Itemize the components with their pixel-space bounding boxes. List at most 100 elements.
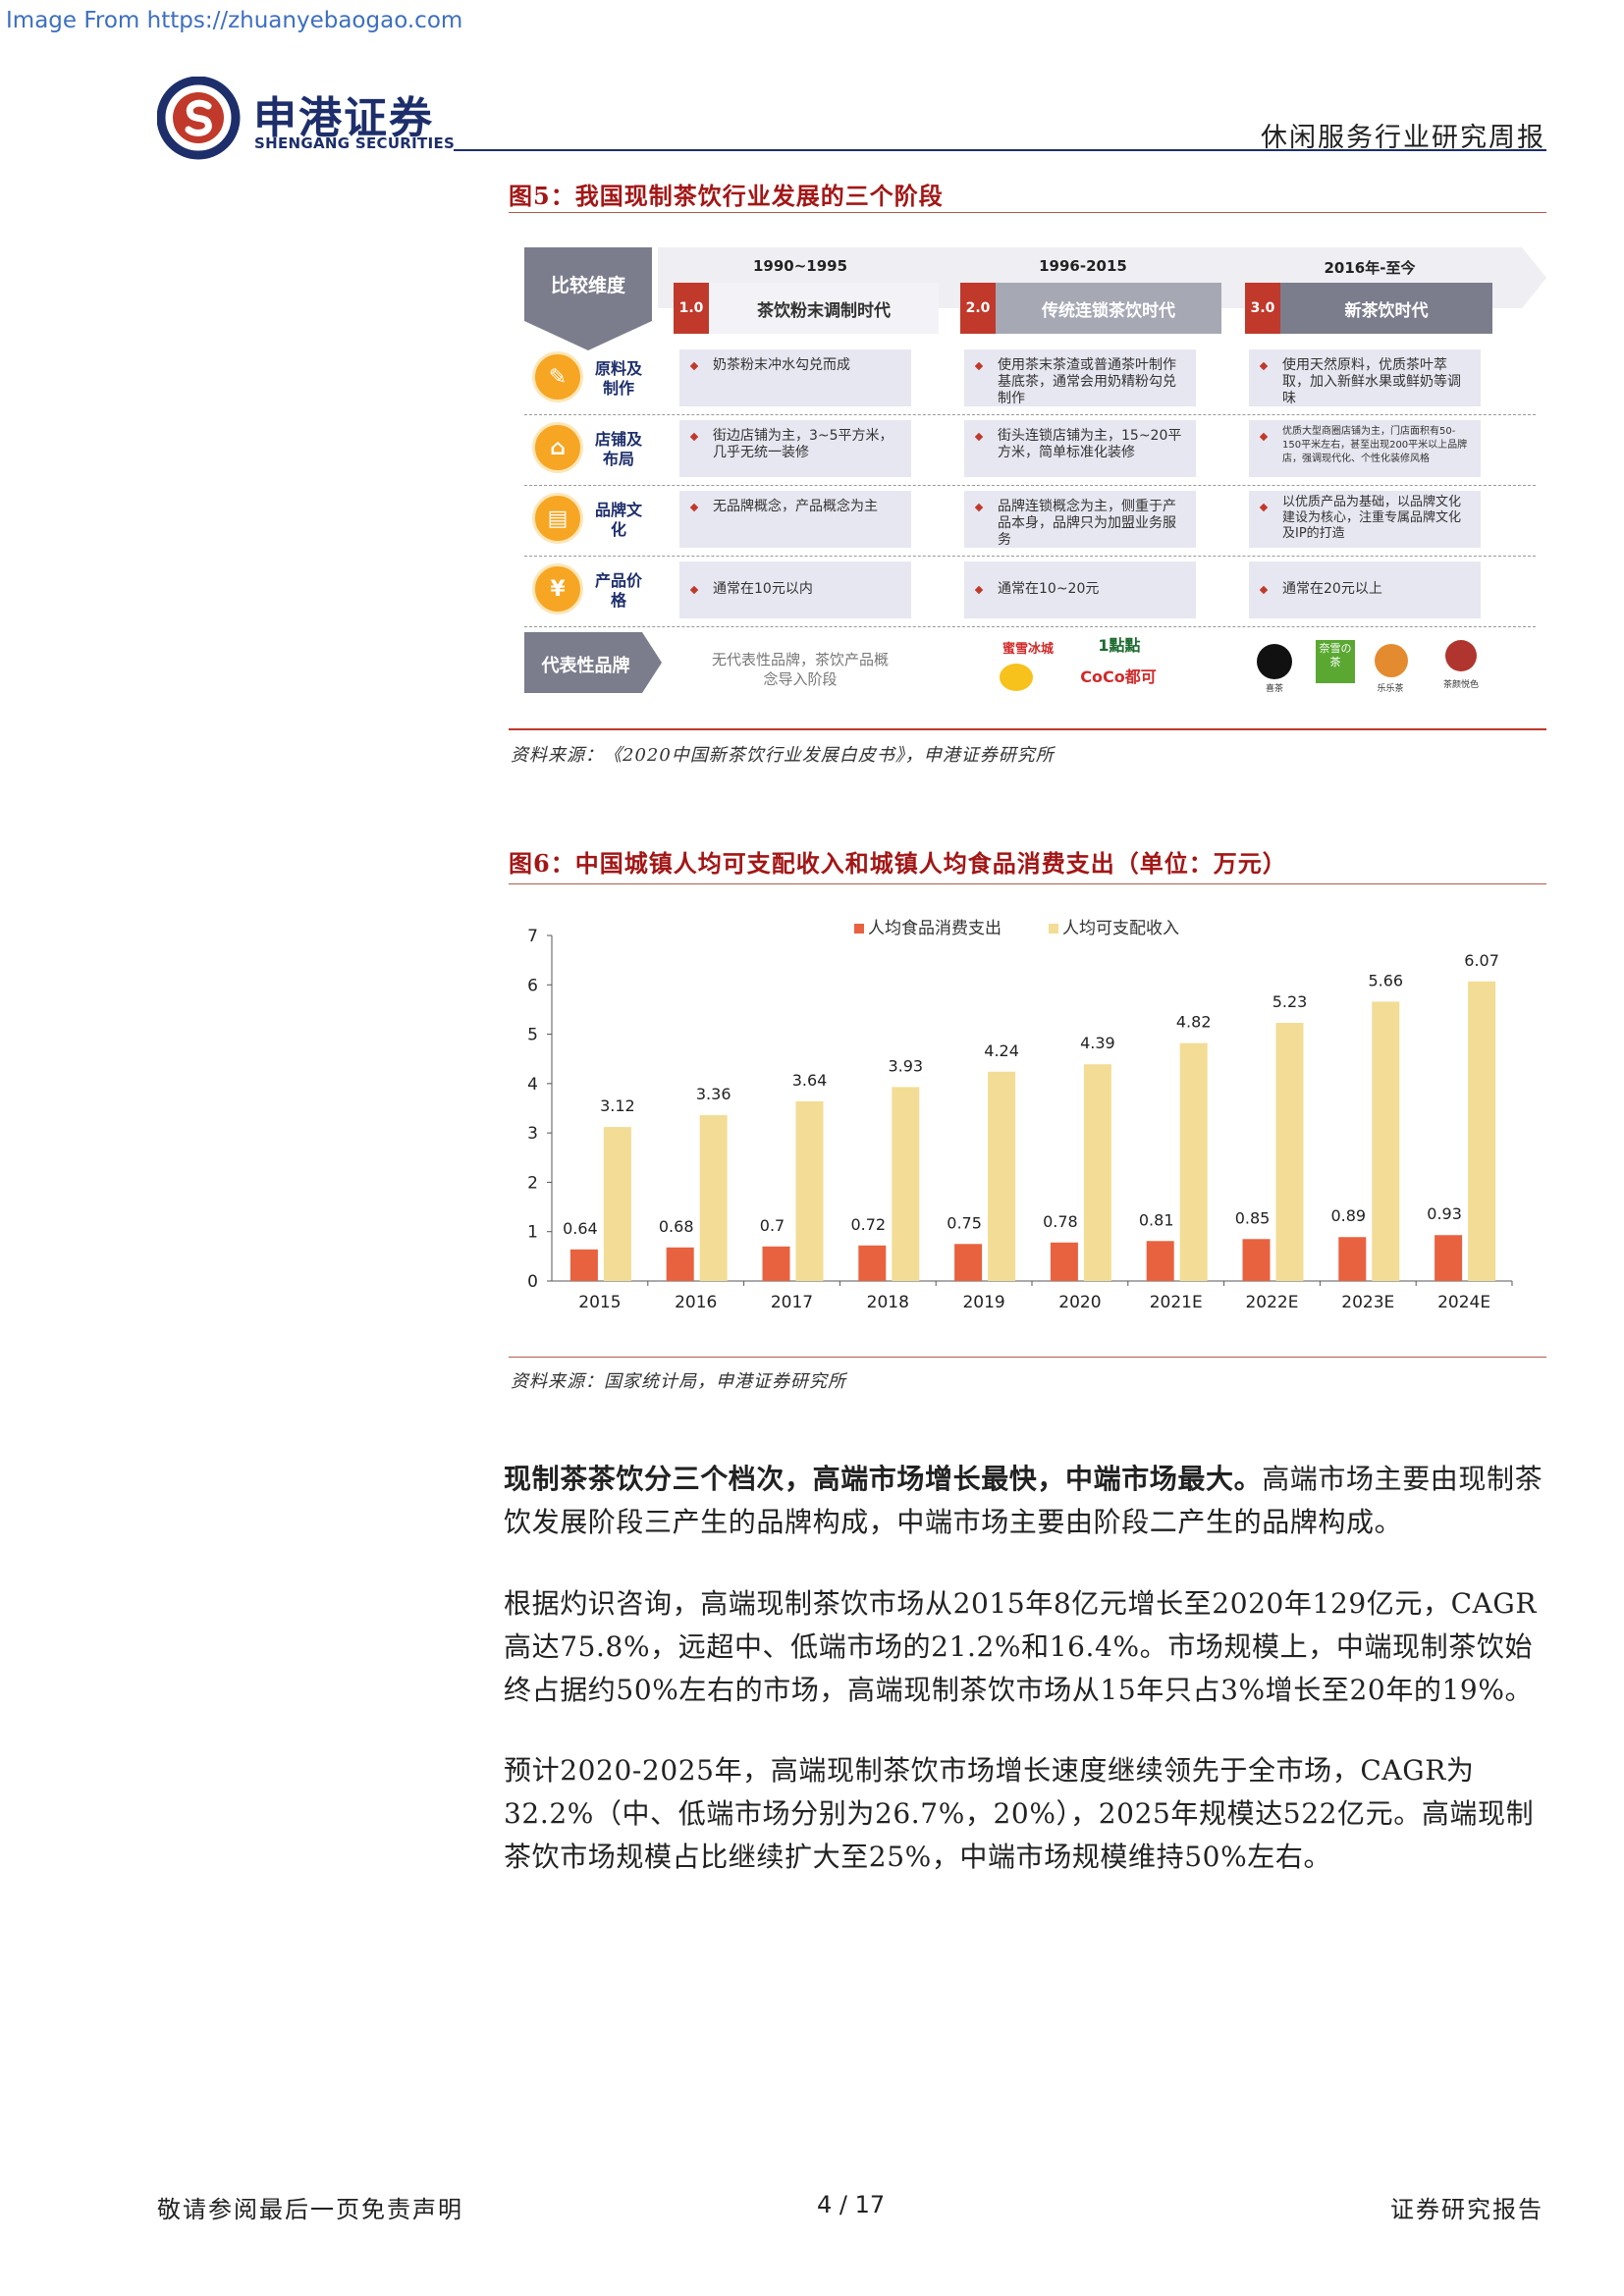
figure6-top-rule <box>509 883 1546 884</box>
legend-label: 人均可支配收入 <box>1062 919 1179 938</box>
figure6-bottom-rule <box>509 1357 1546 1358</box>
row-separator <box>524 414 1536 415</box>
row3-cell3: 以优质产品为基础，以品牌文化建设为核心，注重专属品牌文化及IP的打造 <box>1249 491 1481 548</box>
data-label: 3.12 <box>600 1096 635 1115</box>
x-tick-label: 2020 <box>1058 1293 1101 1312</box>
bar-disposable-income <box>1083 1064 1111 1281</box>
y-tick-label: 1 <box>527 1223 538 1243</box>
x-tick-label: 2017 <box>771 1293 813 1312</box>
figure5-stage-table: 比较维度 1990~1995 1996-2015 2016年-至今 1.0 茶饮… <box>511 228 1546 738</box>
bar-food-spending <box>666 1247 694 1281</box>
footer-report-label: 证券研究报告 <box>1390 2196 1543 2223</box>
corner-label: 比较维度 <box>550 275 625 296</box>
row4-label: 产品价格 <box>594 571 642 610</box>
row3-label: 品牌文化 <box>594 501 642 539</box>
corner-shape <box>524 247 652 350</box>
x-tick-label: 2016 <box>675 1293 717 1312</box>
bar-food-spending <box>762 1246 790 1281</box>
logo-icon <box>156 76 241 160</box>
data-label: 0.7 <box>760 1216 785 1235</box>
x-tick-label: 2018 <box>867 1293 909 1312</box>
heytea-logo-icon <box>1257 644 1292 679</box>
data-label: 4.82 <box>1176 1013 1212 1032</box>
bar-food-spending <box>858 1245 887 1281</box>
y-tick-label: 5 <box>527 1026 538 1045</box>
pencil-icon: ✎ <box>532 351 583 402</box>
row1-cell3-text: 使用天然原料，优质茶叶萃取，加入新鲜水果或鲜奶等调味 <box>1282 357 1461 406</box>
row2-cell2: 街头连锁店铺为主，15~20平方米，简单标准化装修 <box>964 420 1196 477</box>
paragraph-2: 根据灼识咨询，高端现制茶饮市场从2015年8亿元增长至2020年129亿元，CA… <box>504 1587 1538 1706</box>
row1-cell1-text: 奶茶粉末冲水勾兑而成 <box>713 357 850 373</box>
bar-food-spending <box>954 1244 983 1281</box>
row2-cell1-text: 街边店铺为主，3~5平方米，几乎无统一装修 <box>713 428 893 460</box>
price-tag-icon: ¥ <box>532 563 583 614</box>
y-tick-label: 6 <box>527 976 538 995</box>
data-label: 6.07 <box>1464 951 1499 970</box>
figure5-title: 图5：我国现制茶饮行业发展的三个阶段 <box>509 182 944 210</box>
row2-label: 店铺及布局 <box>594 430 642 468</box>
bar-food-spending <box>1242 1239 1271 1281</box>
bar-disposable-income <box>988 1071 1016 1281</box>
data-label: 0.72 <box>850 1215 886 1234</box>
era1-name: 茶饮粉末调制时代 <box>757 300 891 321</box>
bar-food-spending <box>1435 1235 1463 1281</box>
era1-num: 1.0 <box>674 283 709 334</box>
x-tick-label: 2024E <box>1437 1293 1490 1312</box>
row1-cell3: 使用天然原料，优质茶叶萃取，加入新鲜水果或鲜奶等调味 <box>1249 349 1481 406</box>
brand-logo-heytea: 喜茶 <box>1265 684 1283 694</box>
legend-swatch <box>1049 924 1058 934</box>
chayan-logo-icon <box>1445 640 1477 671</box>
brand-name-en: SHENGANG SECURITIES <box>254 134 456 152</box>
legend-swatch <box>854 924 864 934</box>
era3-name: 新茶饮时代 <box>1344 300 1429 321</box>
row4-cell3-text: 通常在20元以上 <box>1282 581 1382 597</box>
row3-cell1-text: 无品牌概念，产品概念为主 <box>713 499 878 514</box>
data-label: 5.66 <box>1368 971 1403 989</box>
data-label: 0.78 <box>1043 1212 1078 1231</box>
brand-row-label: 代表性品牌 <box>541 656 630 676</box>
data-label: 4.24 <box>984 1041 1019 1060</box>
lelecha-logo-icon <box>1375 644 1408 677</box>
y-tick-label: 3 <box>527 1124 538 1144</box>
data-label: 5.23 <box>1272 992 1308 1011</box>
brand-logo-coco: CoCo都可 <box>1080 667 1157 686</box>
row-separator <box>524 485 1536 486</box>
row-separator <box>524 556 1536 557</box>
bar-disposable-income <box>699 1115 728 1281</box>
row3-cell2-text: 品牌连锁概念为主，侧重于产品本身，品牌只为加盟业务服务 <box>998 499 1176 548</box>
data-label: 0.93 <box>1427 1204 1462 1223</box>
bar-food-spending <box>1338 1237 1367 1281</box>
row1-label: 原料及制作 <box>594 359 642 398</box>
paragraph-1: 现制茶茶饮分三个档次，高端市场增长最快，中端市场最大。高端市场主要由现制茶饮发展… <box>504 1458 1559 1544</box>
figure5-bottom-rule <box>509 728 1546 730</box>
data-label: 0.89 <box>1330 1206 1366 1225</box>
row-separator <box>524 626 1536 627</box>
row4-cell2-text: 通常在10~20元 <box>998 581 1100 597</box>
era2-num: 2.0 <box>960 283 996 334</box>
era1-years: 1990~1995 <box>752 257 848 275</box>
paragraph-1-lead: 现制茶茶饮分三个档次，高端市场增长最快，中端市场最大。 <box>504 1463 1263 1495</box>
x-tick-label: 2023E <box>1341 1293 1394 1312</box>
data-label: 3.36 <box>696 1085 731 1103</box>
bar-disposable-income <box>603 1127 631 1281</box>
mascot-icon <box>1000 664 1033 691</box>
row1-cell2: 使用茶末茶渣或普通茶叶制作基底茶，通常会用奶精粉勾兑制作 <box>964 349 1196 406</box>
y-tick-label: 2 <box>527 1173 538 1193</box>
y-tick-label: 7 <box>527 927 538 946</box>
row1-cell2-text: 使用茶末茶渣或普通茶叶制作基底茶，通常会用奶精粉勾兑制作 <box>998 357 1176 406</box>
figure6-source: 资料来源：国家统计局，申港证券研究所 <box>511 1371 846 1392</box>
row3-cell3-text: 以优质产品为基础，以品牌文化建设为核心，注重专属品牌文化及IP的打造 <box>1282 495 1462 541</box>
data-label: 0.68 <box>659 1217 694 1236</box>
footer-disclaimer: 敬请参阅最后一页免责声明 <box>157 2196 463 2223</box>
data-label: 0.75 <box>947 1213 982 1232</box>
y-tick-label: 0 <box>527 1272 538 1292</box>
bar-disposable-income <box>1275 1023 1304 1281</box>
x-tick-label: 2021E <box>1150 1293 1203 1312</box>
row2-cell1: 街边店铺为主，3~5平方米，几乎无统一装修 <box>679 420 911 477</box>
figure5-top-rule <box>509 212 1546 213</box>
data-label: 0.64 <box>563 1219 598 1238</box>
brand-row-text: 无代表性品牌，茶饮产品概念导入阶段 <box>711 651 889 688</box>
brand-logo-mixue: 蜜雪冰城 <box>1001 642 1054 657</box>
data-label: 0.81 <box>1139 1210 1174 1229</box>
era2-name: 传统连锁茶饮时代 <box>1042 300 1175 321</box>
